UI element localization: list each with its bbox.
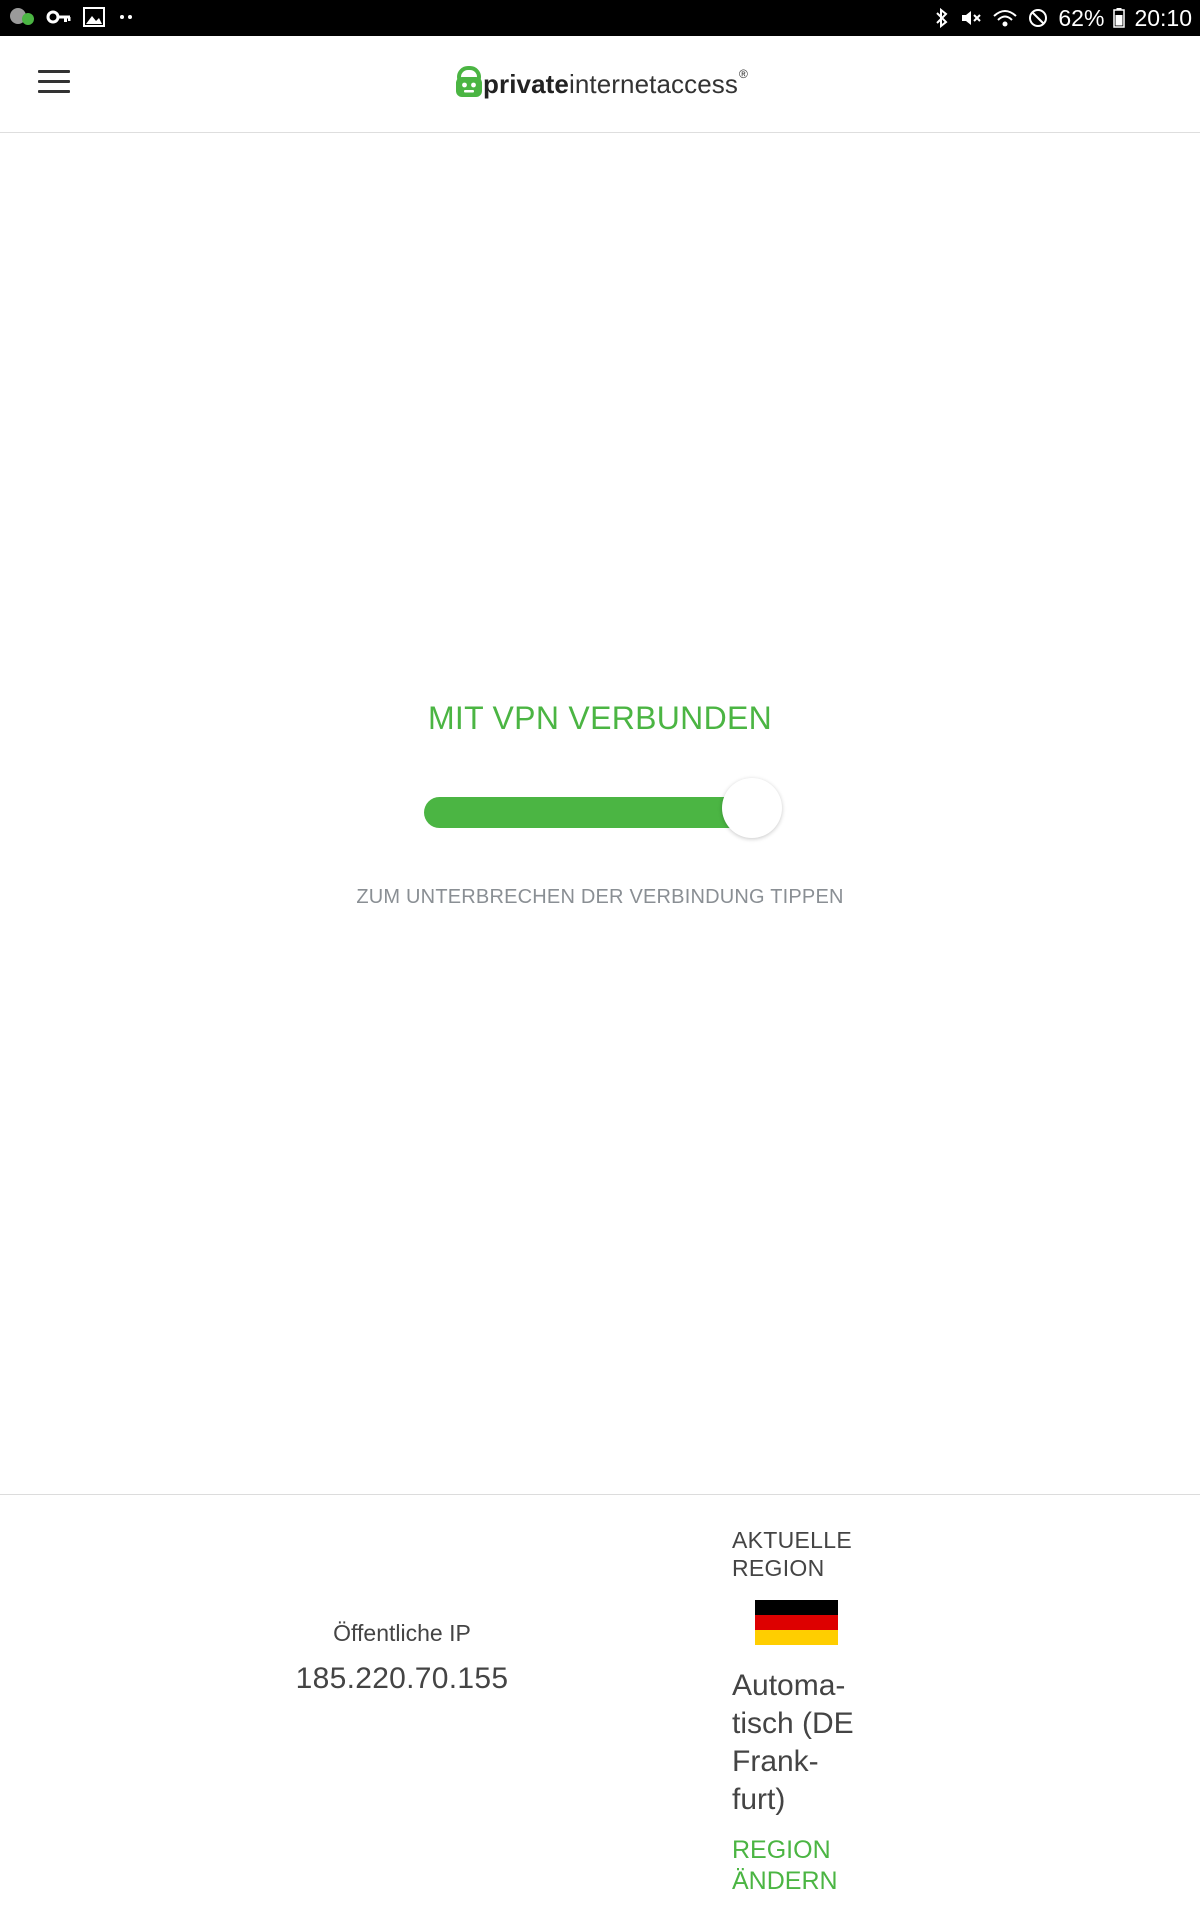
more-dots-icon [116, 5, 136, 29]
public-ip-label: Öffentliche IP [333, 1620, 471, 1646]
toggle-track [424, 797, 754, 828]
germany-flag-icon [755, 1600, 838, 1645]
battery-icon [1113, 6, 1126, 30]
vpn-connect-toggle[interactable] [424, 778, 784, 840]
pia-logo-icon [455, 65, 483, 103]
footer-divider [0, 1494, 1200, 1495]
bluetooth-icon [934, 6, 950, 30]
toggle-knob[interactable] [722, 778, 782, 838]
wifi-icon [992, 6, 1018, 30]
image-icon [82, 5, 106, 29]
app-logo: privateinternetaccess ® [455, 62, 748, 106]
logo-registered-mark: ® [739, 67, 748, 81]
clock: 20:10 [1134, 5, 1192, 31]
current-region: AKTUELLE REGION Automa- tisch (DE Frank-… [732, 1526, 882, 1897]
status-bar-left [8, 5, 136, 29]
disconnect-hint: ZUM UNTERBRECHEN DER VERBINDUNG TIPPEN [356, 886, 844, 908]
app-bar: privateinternetaccess ® [0, 36, 1200, 133]
status-bar-right: 62% 20:10 [934, 0, 1192, 36]
region-name: Automa- tisch (DE Frank- furt) [732, 1669, 854, 1816]
logo-wordmark: privateinternetaccess [483, 68, 739, 99]
menu-icon[interactable] [38, 70, 70, 100]
blocked-icon [1027, 6, 1049, 30]
status-bar: 62% 20:10 [0, 0, 1200, 36]
connection-status-title: MIT VPN VERBUNDEN [427, 700, 773, 736]
current-region-label: AKTUELLE REGION [732, 1527, 853, 1581]
change-region-button[interactable]: REGION ÄNDERN [732, 1835, 882, 1897]
mute-icon [959, 6, 983, 30]
chat-bubble-icon [8, 5, 36, 29]
public-ip-value: 185.220.70.155 [295, 1662, 509, 1695]
battery-percentage: 62% [1058, 5, 1105, 31]
vpn-key-icon [46, 5, 72, 29]
